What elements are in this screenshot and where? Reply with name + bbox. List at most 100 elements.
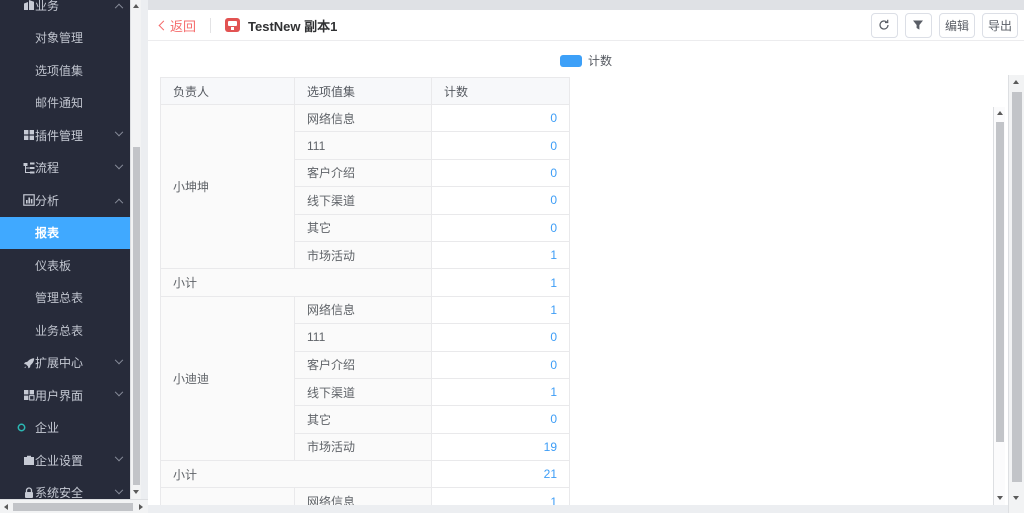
filter-button[interactable] [905, 13, 932, 38]
table-vertical-scrollbar[interactable] [993, 107, 1005, 505]
sidebar-item-label: 选项值集 [35, 62, 83, 79]
scroll-down-arrow-icon[interactable] [997, 496, 1003, 500]
scrollbar-thumb[interactable] [996, 122, 1004, 442]
subtotal-count[interactable]: 21 [432, 461, 570, 488]
column-header: 选项值集 [295, 78, 432, 105]
sidebar-item[interactable]: 邮件通知 [0, 87, 130, 120]
subtotal-count[interactable]: 1 [432, 269, 570, 296]
scrollbar-thumb[interactable] [133, 147, 140, 485]
building-icon [23, 0, 35, 11]
scroll-right-arrow-icon[interactable] [139, 504, 143, 510]
table-header-row: 负责人选项值集计数 [161, 78, 570, 105]
sidebar-item-label: 企业设置 [35, 452, 83, 469]
count-value[interactable]: 1 [432, 488, 570, 505]
sidebar-item-label: 系统安全 [35, 484, 83, 499]
scroll-down-arrow-icon[interactable] [133, 490, 139, 494]
sidebar-item[interactable]: 系统安全 [0, 477, 130, 500]
option-cell: 其它 [295, 406, 432, 433]
sidebar-item-label: 用户界面 [35, 387, 83, 404]
sidebar-item-label: 分析 [35, 192, 59, 209]
sidebar-item[interactable]: 管理总表 [0, 282, 130, 315]
chevron-down-icon [115, 356, 123, 364]
count-value[interactable]: 0 [432, 159, 570, 186]
count-value[interactable]: 0 [432, 105, 570, 132]
count-value[interactable]: 0 [432, 324, 570, 351]
scroll-up-arrow-icon[interactable] [997, 111, 1003, 115]
sidebar-item[interactable]: 业务 [0, 0, 130, 22]
sidebar-item[interactable]: 流程 [0, 152, 130, 185]
option-cell: 市场活动 [295, 241, 432, 268]
scroll-down-arrow-icon[interactable] [1013, 496, 1019, 500]
column-header: 计数 [432, 78, 570, 105]
table-row: 网络信息1 [161, 488, 570, 505]
scroll-up-arrow-icon[interactable] [1013, 80, 1019, 84]
count-value[interactable]: 0 [432, 406, 570, 433]
sidebar-horizontal-scrollbar[interactable] [0, 499, 148, 513]
chevron-up-icon [115, 199, 123, 207]
sidebar-vertical-scrollbar[interactable] [130, 0, 141, 499]
sidebar-item-label: 流程 [35, 159, 59, 176]
option-cell: 客户介绍 [295, 159, 432, 186]
layout-icon [23, 389, 35, 401]
refresh-button[interactable] [871, 13, 898, 38]
option-cell: 线下渠道 [295, 378, 432, 405]
sidebar-item[interactable]: 选项值集 [0, 54, 130, 87]
sidebar-item[interactable]: 仪表板 [0, 249, 130, 282]
count-value[interactable]: 0 [432, 132, 570, 159]
subtotal-label-cell: 小计 [161, 461, 432, 488]
sidebar-item-label: 扩展中心 [35, 354, 83, 371]
owner-cell: 小坤坤 [161, 105, 295, 269]
count-value[interactable]: 0 [432, 187, 570, 214]
back-label: 返回 [170, 16, 196, 35]
chevron-left-icon [159, 20, 169, 30]
count-value[interactable]: 1 [432, 296, 570, 323]
sidebar-item-label: 企业 [35, 419, 59, 436]
export-button[interactable]: 导出 [982, 13, 1018, 38]
sidebar-item-label: 管理总表 [35, 289, 83, 306]
chevron-down-icon [115, 161, 123, 169]
column-header: 负责人 [161, 78, 295, 105]
scrollbar-thumb[interactable] [13, 503, 133, 511]
sidebar-item[interactable]: 企业 [0, 412, 130, 445]
sidebar-item-label: 邮件通知 [35, 94, 83, 111]
count-value[interactable]: 1 [432, 378, 570, 405]
back-button[interactable]: 返回 [160, 16, 196, 35]
sidebar-item[interactable]: 报表 [0, 217, 130, 250]
count-value[interactable]: 0 [432, 351, 570, 378]
page-vertical-scrollbar[interactable] [1008, 75, 1024, 513]
count-value[interactable]: 19 [432, 433, 570, 460]
grid-icon [23, 129, 35, 141]
sidebar-item[interactable]: 用户界面 [0, 379, 130, 412]
option-cell: 111 [295, 132, 432, 159]
report-table: 负责人选项值集计数 小坤坤网络信息01110客户介绍0线下渠道0其它0市场活动1… [160, 77, 570, 505]
edit-button[interactable]: 编辑 [939, 13, 975, 38]
sidebar-item[interactable]: 对象管理 [0, 22, 130, 55]
chart-legend: 计数 [148, 41, 1024, 77]
briefcase-icon [23, 454, 35, 466]
sidebar-item[interactable]: 业务总表 [0, 314, 130, 347]
scrollbar-thumb[interactable] [1012, 92, 1022, 482]
circle-icon [15, 422, 27, 434]
table-row: 小坤坤网络信息0 [161, 105, 570, 132]
subtotal-row: 小计1 [161, 269, 570, 296]
count-value[interactable]: 1 [432, 241, 570, 268]
sidebar-item[interactable]: 插件管理 [0, 119, 130, 152]
option-cell: 网络信息 [295, 105, 432, 132]
scroll-left-arrow-icon[interactable] [4, 504, 8, 510]
chevron-down-icon [115, 486, 123, 494]
sidebar-item-label: 业务 [35, 0, 59, 14]
chevron-down-icon [115, 128, 123, 136]
count-value[interactable]: 0 [432, 214, 570, 241]
option-cell: 线下渠道 [295, 187, 432, 214]
sidebar-item[interactable]: 分析 [0, 184, 130, 217]
scroll-up-arrow-icon[interactable] [133, 4, 139, 8]
sidebar-item[interactable]: 企业设置 [0, 444, 130, 477]
page-title: TestNew 副本1 [248, 16, 337, 35]
chevron-up-icon [115, 4, 123, 12]
subtotal-label-cell: 小计 [161, 269, 432, 296]
sidebar-item[interactable]: 扩展中心 [0, 347, 130, 380]
chart-icon [23, 194, 35, 206]
report-icon [225, 18, 240, 32]
sidebar-item-label: 仪表板 [35, 257, 71, 274]
option-cell: 客户介绍 [295, 351, 432, 378]
